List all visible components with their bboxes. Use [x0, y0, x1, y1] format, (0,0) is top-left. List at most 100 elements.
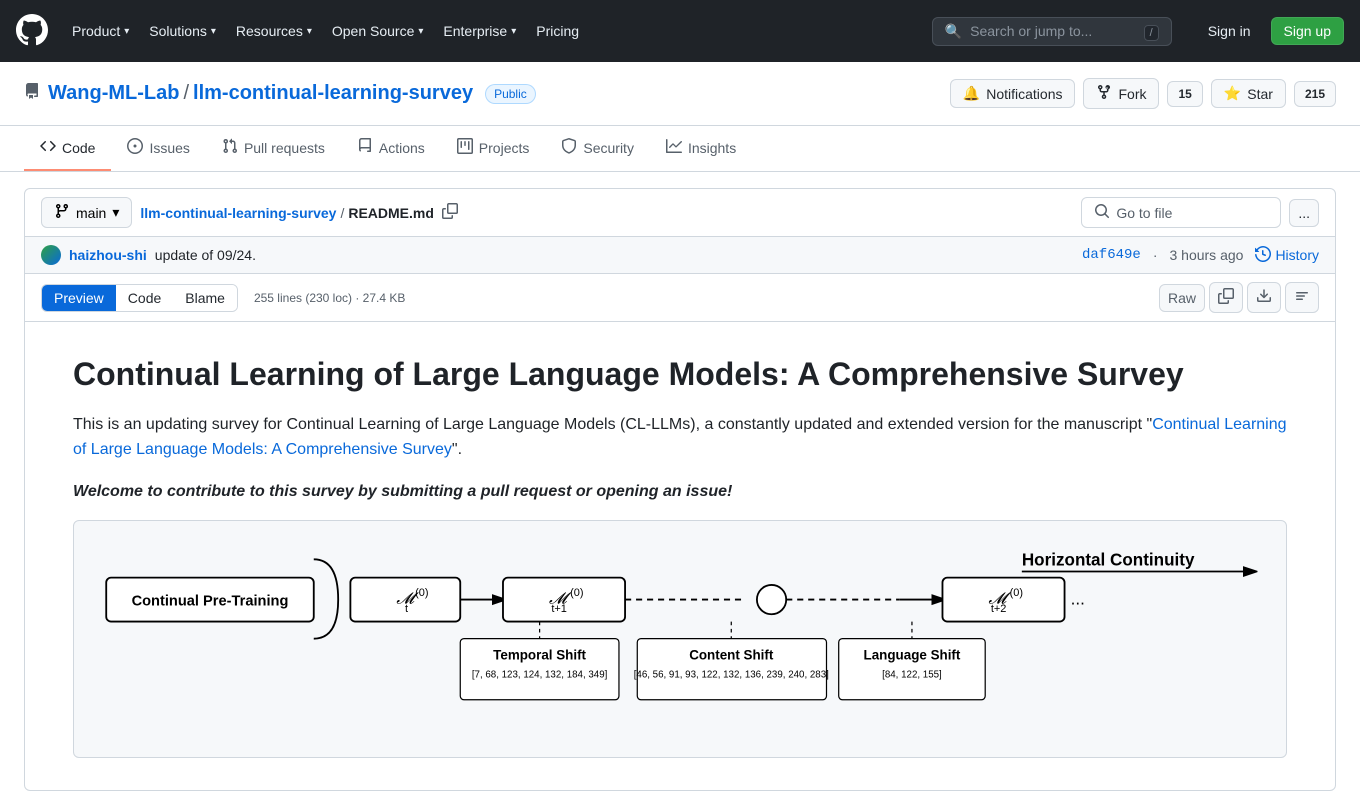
outline-button[interactable] [1285, 282, 1319, 313]
commit-user[interactable]: haizhou-shi [69, 247, 147, 263]
signin-button[interactable]: Sign in [1196, 18, 1263, 44]
file-meta: 255 lines (230 loc) · 27.4 KB [254, 291, 405, 305]
projects-icon [457, 138, 473, 157]
file-path: llm-continual-learning-survey / README.m… [140, 199, 462, 226]
svg-text:[84, 122, 155]: [84, 122, 155] [882, 670, 942, 681]
commit-time: · [1153, 247, 1158, 263]
download-button[interactable] [1247, 282, 1281, 313]
history-button[interactable]: History [1255, 246, 1319, 265]
readme-content: Continual Learning of Large Language Mod… [25, 322, 1335, 790]
readme-para1: This is an updating survey for Continual… [73, 412, 1287, 463]
code-tab[interactable]: Code [116, 285, 173, 311]
branch-selector[interactable]: main ▾ [41, 197, 132, 228]
repo-tabs: Code Issues Pull requests Actions Projec… [0, 126, 1360, 172]
history-icon [1255, 246, 1271, 265]
nav-search: 🔍 Search or jump to... / [932, 17, 1172, 46]
svg-text:[46, 56, 91, 93, 122, 132, 136: [46, 56, 91, 93, 122, 132, 136, 239, 240… [634, 670, 829, 681]
svg-text:[7, 68, 123, 124, 132, 184, 34: [7, 68, 123, 124, 132, 184, 349] [472, 670, 608, 681]
svg-text:(0): (0) [415, 587, 428, 599]
nav-enterprise[interactable]: Enterprise ▾ [435, 17, 524, 45]
goto-file-label: Go to file [1116, 205, 1172, 221]
tab-pull-requests[interactable]: Pull requests [206, 126, 341, 171]
svg-text:Continual Pre-Training: Continual Pre-Training [132, 594, 289, 610]
svg-text:Language Shift: Language Shift [864, 648, 961, 663]
chevron-down-icon: ▾ [124, 26, 129, 37]
nav-product[interactable]: Product ▾ [64, 17, 137, 45]
file-path-separator: / [340, 205, 344, 221]
file-actions-bar: Preview Code Blame 255 lines (230 loc) ·… [25, 274, 1335, 322]
fork-icon [1096, 84, 1112, 103]
repo-owner[interactable]: Wang-ML-Lab [48, 82, 179, 105]
nav-pricing[interactable]: Pricing [528, 17, 587, 45]
avatar [41, 245, 61, 265]
star-icon: ⭐ [1224, 85, 1241, 102]
github-logo[interactable] [16, 14, 48, 49]
signup-button[interactable]: Sign up [1271, 17, 1344, 45]
pr-icon [222, 138, 238, 157]
svg-text:Content Shift: Content Shift [689, 648, 774, 663]
nav-solutions[interactable]: Solutions ▾ [141, 17, 224, 45]
tab-code[interactable]: Code [24, 126, 111, 171]
commit-message: update of 09/24. [155, 247, 256, 263]
repo-separator: / [183, 82, 189, 105]
code-icon [40, 138, 56, 157]
readme-title: Continual Learning of Large Language Mod… [73, 354, 1287, 396]
goto-file-button[interactable]: Go to file [1081, 197, 1281, 228]
blame-tab[interactable]: Blame [173, 285, 237, 311]
nav-links: Product ▾ Solutions ▾ Resources ▾ Open S… [64, 17, 587, 45]
notifications-button[interactable]: 🔔 Notifications [950, 79, 1076, 108]
repo-header: Wang-ML-Lab / llm-continual-learning-sur… [0, 62, 1360, 126]
raw-button[interactable]: Raw [1159, 284, 1205, 312]
chevron-down-icon: ▾ [418, 26, 423, 37]
star-button[interactable]: ⭐ Star [1211, 79, 1286, 108]
nav-resources[interactable]: Resources ▾ [228, 17, 320, 45]
fork-count[interactable]: 15 [1167, 81, 1202, 107]
svg-text:Horizontal Continuity: Horizontal Continuity [1022, 551, 1195, 570]
copy-path-button[interactable] [438, 199, 462, 226]
svg-text:t: t [405, 603, 408, 615]
svg-text:(0): (0) [1010, 587, 1023, 599]
nav-actions: Sign in Sign up [1196, 17, 1344, 45]
tab-projects[interactable]: Projects [441, 126, 546, 171]
nav-bar: Product ▾ Solutions ▾ Resources ▾ Open S… [0, 0, 1360, 62]
search-icon: 🔍 [945, 23, 962, 40]
more-options-button[interactable]: ... [1289, 199, 1319, 227]
fork-button[interactable]: Fork [1083, 78, 1159, 109]
search-shortcut: / [1144, 25, 1159, 41]
file-view-header: main ▾ llm-continual-learning-survey / R… [25, 189, 1335, 237]
commit-info: haizhou-shi update of 09/24. daf649e · 3… [25, 237, 1335, 274]
chevron-down-icon: ▾ [511, 26, 516, 37]
file-path-current: README.md [348, 205, 434, 221]
repo-name[interactable]: llm-continual-learning-survey [193, 82, 473, 105]
branch-icon [54, 203, 70, 222]
bell-icon: 🔔 [963, 85, 980, 102]
view-tabs: Preview Code Blame [41, 284, 238, 312]
file-path-repo-link[interactable]: llm-continual-learning-survey [140, 205, 336, 221]
svg-text:Temporal Shift: Temporal Shift [493, 648, 586, 663]
tab-actions[interactable]: Actions [341, 126, 441, 171]
commit-time-ago: 3 hours ago [1169, 247, 1243, 263]
star-count[interactable]: 215 [1294, 81, 1336, 107]
issue-icon [127, 138, 143, 157]
readme-para2: Welcome to contribute to this survey by … [73, 479, 1287, 505]
tab-security[interactable]: Security [545, 126, 650, 171]
tab-insights[interactable]: Insights [650, 126, 752, 171]
chevron-down-icon: ▾ [112, 204, 119, 221]
svg-text:t+1: t+1 [551, 603, 567, 615]
svg-text:t+2: t+2 [991, 603, 1007, 615]
search-box[interactable]: 🔍 Search or jump to... / [932, 17, 1172, 46]
tab-issues[interactable]: Issues [111, 126, 205, 171]
search-placeholder: Search or jump to... [970, 23, 1092, 39]
svg-text:(0): (0) [570, 587, 583, 599]
chevron-down-icon: ▾ [211, 26, 216, 37]
nav-open-source[interactable]: Open Source ▾ [324, 17, 432, 45]
repo-type-icon [24, 83, 40, 104]
shield-icon [561, 138, 577, 157]
file-container: main ▾ llm-continual-learning-survey / R… [24, 188, 1336, 791]
search-icon [1094, 203, 1110, 222]
commit-right: daf649e · 3 hours ago History [1082, 246, 1319, 265]
repo-visibility-badge: Public [485, 84, 536, 104]
commit-hash[interactable]: daf649e [1082, 247, 1141, 263]
preview-tab[interactable]: Preview [42, 285, 116, 311]
copy-button[interactable] [1209, 282, 1243, 313]
